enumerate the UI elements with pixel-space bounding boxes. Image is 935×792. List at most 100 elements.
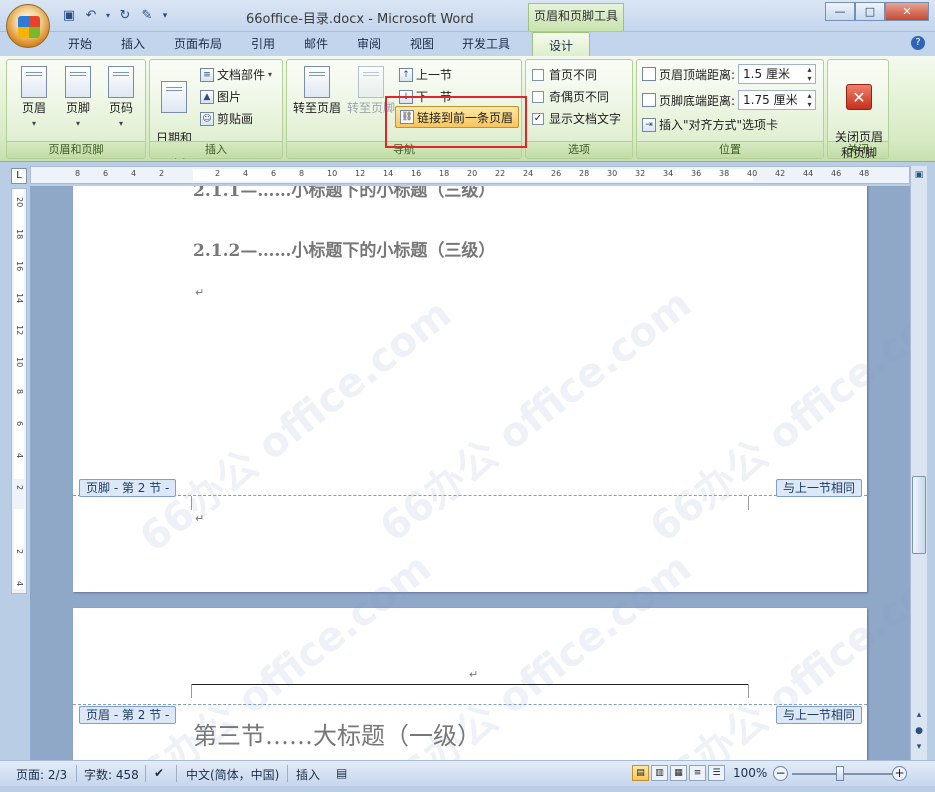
- ruler-tick: 4: [243, 169, 249, 178]
- office-button[interactable]: [6, 4, 50, 48]
- language-indicator[interactable]: 中文(简体，中国): [186, 766, 279, 783]
- web-layout-view-button[interactable]: ▦: [670, 765, 687, 781]
- goto-header-button[interactable]: 转至页眉: [291, 66, 343, 116]
- ruler-tick: 16: [15, 261, 24, 272]
- header-bottom-border: [191, 684, 748, 685]
- page[interactable]: 66办公 office.com 66办公 office.com 66办公 off…: [73, 545, 910, 760]
- group-label-header-footer: 页眉和页脚: [7, 141, 145, 158]
- zoom-in-icon[interactable]: +: [892, 766, 907, 781]
- link-to-previous-button[interactable]: ⛓ 链接到前一条页眉: [395, 106, 519, 128]
- goto-footer-button[interactable]: 转至页脚: [345, 66, 397, 116]
- format-painter-icon[interactable]: ✎: [138, 7, 156, 25]
- link-icon: ⛓: [400, 110, 414, 124]
- office-logo-icon: [18, 16, 40, 38]
- spelling-check-icon[interactable]: ✔: [154, 766, 164, 780]
- ruler-tick: 44: [803, 169, 814, 178]
- ruler-tick: 42: [775, 169, 786, 178]
- customize-qat-icon[interactable]: ▾: [160, 7, 170, 25]
- footer-button[interactable]: 页脚 ▾: [57, 66, 99, 131]
- different-odd-even-checkbox[interactable]: 奇偶页不同: [532, 88, 609, 105]
- page-count[interactable]: 页面: 2/3: [16, 766, 67, 783]
- ruler-tick: 22: [495, 169, 506, 178]
- paragraph-mark: ↵: [195, 512, 205, 525]
- header-button[interactable]: 页眉 ▾: [13, 66, 55, 131]
- tab-view[interactable]: 视图: [410, 35, 434, 52]
- macro-record-icon[interactable]: ▤: [336, 766, 347, 780]
- undo-icon[interactable]: ↶: [82, 7, 100, 25]
- close-window-button[interactable]: ✕: [885, 2, 929, 21]
- tab-developer[interactable]: 开发工具: [462, 35, 510, 52]
- window-title: 66office-目录.docx - Microsoft Word: [246, 12, 474, 27]
- tab-mailings[interactable]: 邮件: [304, 35, 328, 52]
- ruler-tick: 32: [635, 169, 646, 178]
- undo-dropdown-icon[interactable]: ▾: [104, 7, 112, 25]
- vertical-scrollbar[interactable]: ▣ ▴ ● ▾: [910, 166, 927, 760]
- group-options: 首页不同 奇偶页不同 ✓ 显示文档文字 选项: [525, 59, 633, 159]
- ruler-tick: 2: [15, 485, 24, 491]
- different-first-page-checkbox[interactable]: 首页不同: [532, 66, 597, 83]
- ruler-tick: 24: [523, 169, 534, 178]
- print-layout-view-button[interactable]: ▤: [632, 765, 649, 781]
- footer-section-label: 页脚 - 第 2 节 -: [79, 479, 177, 497]
- next-section-button[interactable]: ↓ 下一节: [399, 88, 452, 105]
- minimize-button[interactable]: —: [825, 2, 855, 21]
- ruler-toggle-icon[interactable]: ▣: [912, 168, 926, 182]
- horizontal-ruler[interactable]: 8 6 4 2 2 4 6 8 10 12 14 16 18 20 22 24 26 28 30 32 34 36 38 40…: [30, 166, 910, 184]
- heading-level3[interactable]: 2.1.1—……小标题下的小标题（三级）: [193, 186, 495, 201]
- ruler-tick: 38: [719, 169, 730, 178]
- page-number-button[interactable]: 页码 ▾: [100, 66, 142, 131]
- tab-page-layout[interactable]: 页面布局: [174, 35, 222, 52]
- zoom-level[interactable]: 100%: [733, 766, 767, 780]
- chevron-down-icon: ▾: [75, 119, 80, 128]
- insert-mode-indicator[interactable]: 插入: [296, 766, 320, 783]
- help-icon[interactable]: ?: [911, 36, 925, 50]
- tab-review[interactable]: 审阅: [357, 35, 381, 52]
- save-icon[interactable]: ▣: [60, 7, 78, 25]
- same-as-previous-label: 与上一节相同: [775, 479, 862, 497]
- header-top-distance-input[interactable]: 1.5 厘米: [738, 64, 817, 84]
- show-document-text-checkbox[interactable]: ✓ 显示文档文字: [532, 110, 621, 127]
- page[interactable]: 2.1.1—……小标题下的小标题（三级） 2.1.2—……小标题下的小标题（三级…: [73, 186, 910, 592]
- redo-icon[interactable]: ↻: [116, 7, 134, 25]
- tab-insert[interactable]: 插入: [121, 35, 145, 52]
- next-page-icon[interactable]: ▾: [912, 740, 926, 754]
- heading-level1[interactable]: 第三节……大标题（一级）: [193, 716, 481, 751]
- document-area: 2.1.1—……小标题下的小标题（三级） 2.1.2—……小标题下的小标题（三级…: [30, 186, 910, 760]
- scrollbar-thumb[interactable]: [912, 476, 926, 554]
- ruler-tick: 12: [355, 169, 366, 178]
- tab-selector-icon[interactable]: L: [11, 168, 27, 184]
- browse-object-icon[interactable]: ●: [912, 724, 926, 738]
- clip-art-button[interactable]: ☺ 剪贴画: [200, 110, 253, 127]
- zoom-out-icon[interactable]: −: [773, 766, 788, 781]
- picture-icon: ▲: [200, 89, 214, 104]
- vertical-ruler[interactable]: 20 18 16 14 12 10 8 6 4 2 2 4: [11, 188, 27, 594]
- ruler-tick: 20: [15, 197, 24, 208]
- heading-level3[interactable]: 2.1.2—……小标题下的小标题（三级）: [193, 236, 495, 261]
- window-controls: — □ ✕: [825, 2, 929, 21]
- tab-references[interactable]: 引用: [251, 35, 275, 52]
- ruler-tick: 8: [299, 169, 305, 178]
- previous-page-icon[interactable]: ▴: [912, 708, 926, 722]
- ruler-tick: 48: [859, 169, 870, 178]
- watermark: 66办公 office.com: [371, 280, 700, 552]
- insert-alignment-tab-button[interactable]: ⇥ 插入"对齐方式"选项卡: [642, 116, 778, 133]
- tab-home[interactable]: 开始: [68, 35, 92, 52]
- word-count[interactable]: 字数: 458: [84, 766, 139, 783]
- draft-view-button[interactable]: ☰: [708, 765, 725, 781]
- same-as-previous-label: 与上一节相同: [775, 706, 862, 724]
- clip-art-icon: ☺: [200, 111, 214, 126]
- outline-view-button[interactable]: ≡: [689, 765, 706, 781]
- quick-parts-button[interactable]: ≡ 文档部件 ▾: [200, 66, 272, 83]
- maximize-button[interactable]: □: [855, 2, 885, 21]
- picture-button[interactable]: ▲ 图片: [200, 88, 241, 105]
- header-section-label: 页眉 - 第 2 节 -: [79, 706, 177, 724]
- ruler-tick: 18: [15, 229, 24, 240]
- previous-section-button[interactable]: ↑ 上一节: [399, 66, 452, 83]
- full-screen-reading-view-button[interactable]: ▥: [651, 765, 668, 781]
- tab-design[interactable]: 设计: [532, 32, 591, 57]
- footer-distance-icon: [642, 93, 656, 107]
- close-header-footer-button[interactable]: ✕ 关闭页眉 和页脚: [833, 68, 885, 161]
- group-label-insert: 插入: [150, 141, 282, 158]
- footer-bottom-distance-input[interactable]: 1.75 厘米: [738, 90, 817, 110]
- zoom-slider-thumb[interactable]: [836, 766, 844, 781]
